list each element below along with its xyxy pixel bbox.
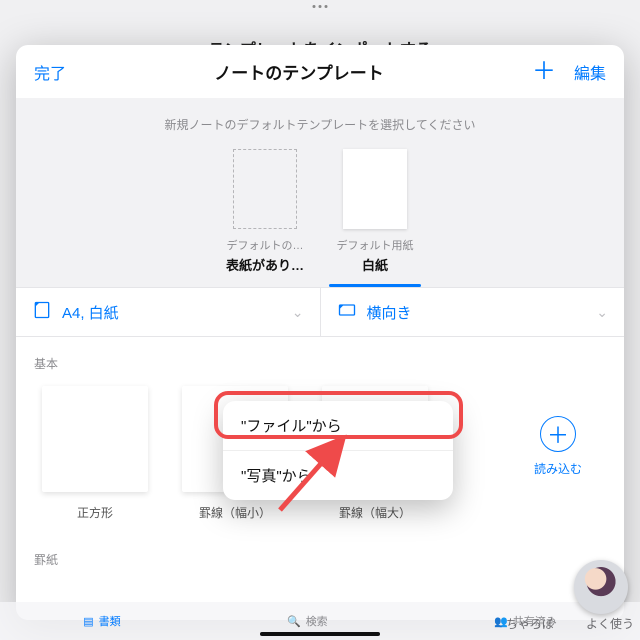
default-cover-option[interactable]: デフォルトの… 表紙があり… — [219, 149, 311, 287]
default-cover-sub: デフォルトの… — [219, 237, 311, 253]
avatar-watermark-icon — [574, 560, 628, 614]
drag-handle-icon — [313, 5, 328, 8]
import-label: 読み込む — [534, 460, 582, 477]
template-label: 罫線（幅小） — [182, 504, 288, 521]
orientation-label: 横向き — [367, 302, 587, 323]
template-label: 正方形 — [42, 504, 148, 521]
edit-button[interactable]: 編集 — [574, 60, 606, 84]
chevron-down-icon: ⌄ — [596, 304, 608, 321]
paper-size-icon — [32, 300, 52, 324]
section-ruled-label: 罫紙 — [16, 529, 624, 574]
done-button[interactable]: 完了 — [34, 60, 66, 84]
orientation-icon — [337, 300, 357, 324]
section-basic-label: 基本 — [16, 337, 624, 378]
template-label: 罫線（幅大） — [322, 504, 428, 521]
default-cover-main: 表紙があり… — [219, 255, 311, 274]
tab-search[interactable]: 🔍 検索 — [287, 613, 328, 629]
template-square[interactable]: 正方形 — [42, 386, 148, 521]
cover-placeholder-icon — [233, 149, 297, 229]
watermark-text-right: よく使う — [586, 615, 634, 632]
import-from-files[interactable]: "ファイル"から — [223, 401, 453, 450]
import-from-photos[interactable]: "写真"から — [223, 450, 453, 500]
default-paper-option[interactable]: デフォルト用紙 白紙 — [329, 149, 421, 287]
import-button[interactable]: ＋ — [540, 416, 576, 452]
default-paper-sub: デフォルト用紙 — [329, 237, 421, 253]
book-icon: ▤ — [83, 615, 93, 628]
tab-label: 書類 — [99, 613, 121, 629]
add-button[interactable]: ＋ — [532, 60, 556, 84]
template-thumb-icon — [42, 386, 148, 492]
paper-thumb-icon — [343, 149, 407, 229]
default-caption: 新規ノートのデフォルトテンプレートを選択してください — [26, 116, 614, 133]
watermark-text-left: ちゃろぼ — [506, 615, 554, 632]
import-source-popover: "ファイル"から "写真"から — [223, 401, 453, 500]
default-template-area: 新規ノートのデフォルトテンプレートを選択してください デフォルトの… 表紙があり… — [16, 98, 624, 287]
sheet-title: ノートのテンプレート — [214, 59, 384, 84]
default-paper-main: 白紙 — [329, 255, 421, 274]
tab-documents[interactable]: ▤ 書類 — [83, 613, 120, 629]
search-icon: 🔍 — [287, 615, 301, 628]
home-indicator — [260, 632, 380, 636]
paper-size-label: A4, 白紙 — [62, 302, 282, 323]
sheet-header: 完了 ノートのテンプレート ＋ 編集 — [16, 45, 624, 98]
tab-label: 検索 — [306, 613, 328, 629]
chevron-down-icon: ⌄ — [292, 304, 304, 321]
selector-row: A4, 白紙 ⌄ 横向き ⌄ — [16, 287, 624, 337]
paper-size-selector[interactable]: A4, 白紙 ⌄ — [16, 288, 320, 336]
import-column: ＋ 読み込む — [518, 386, 598, 477]
orientation-selector[interactable]: 横向き ⌄ — [320, 288, 625, 336]
template-sheet: 完了 ノートのテンプレート ＋ 編集 新規ノートのデフォルトテンプレートを選択し… — [16, 45, 624, 620]
